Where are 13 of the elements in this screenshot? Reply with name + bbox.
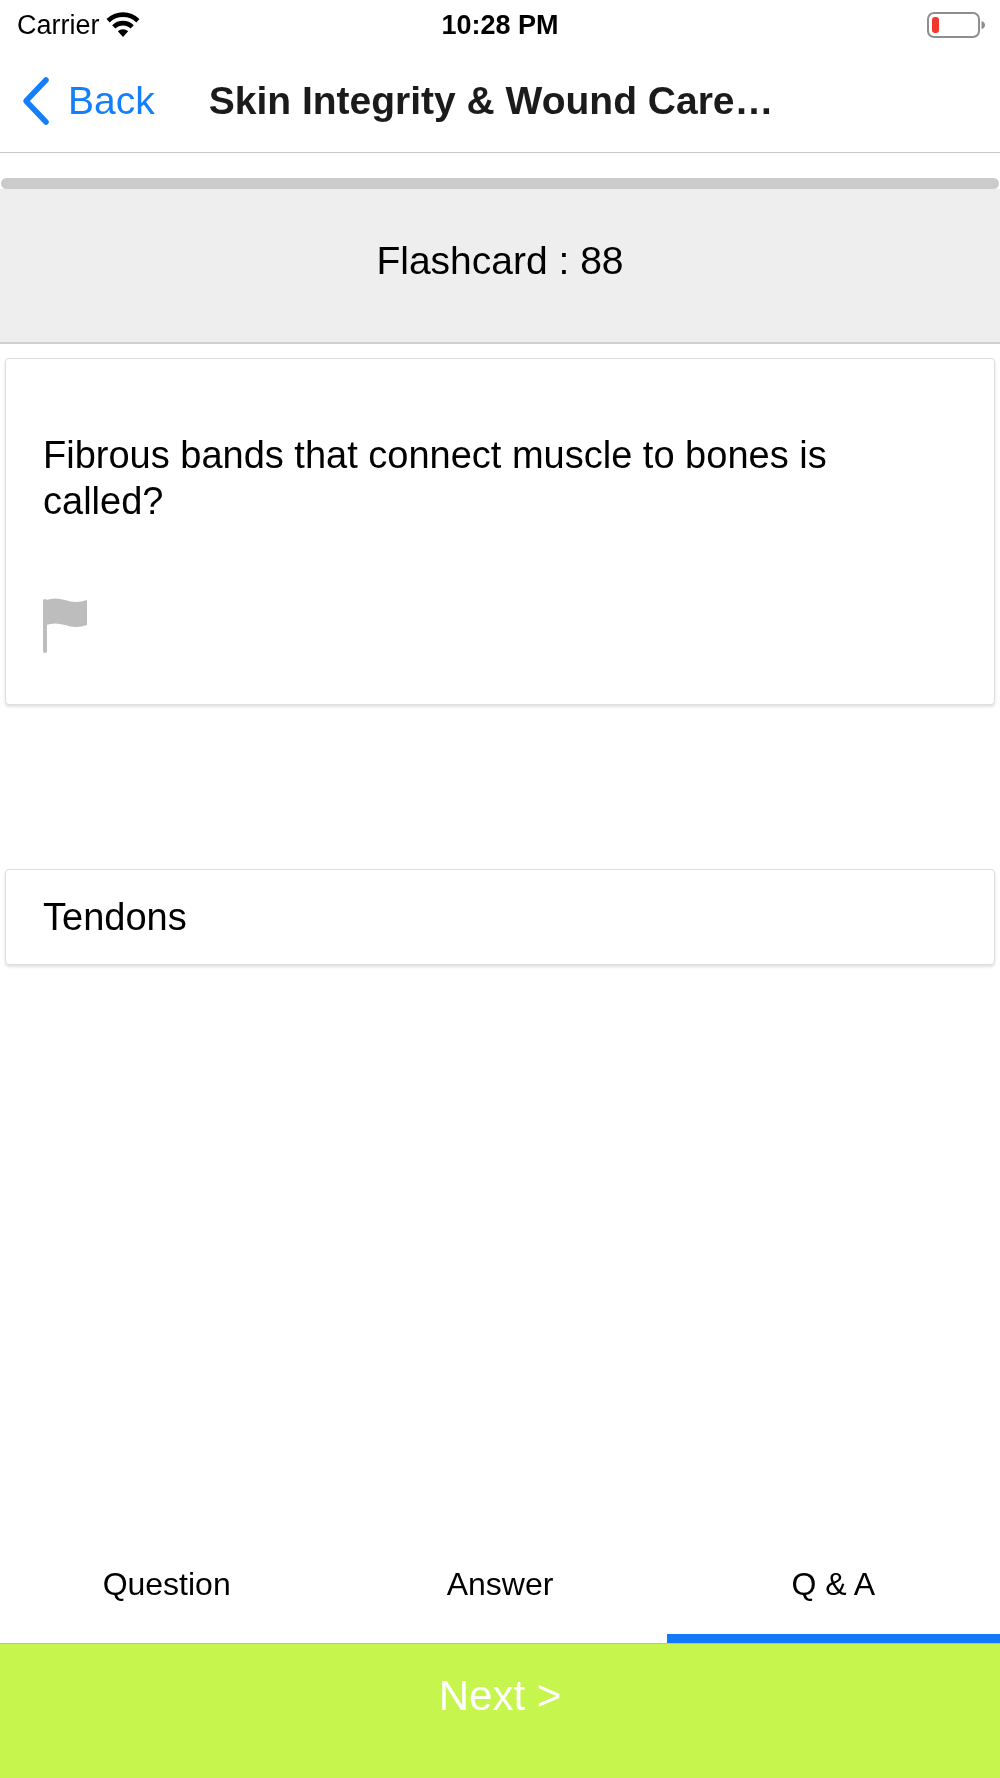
tab[interactable]: Answer [333, 1543, 667, 1643]
tab[interactable]: Question [0, 1543, 334, 1643]
answer-text: Tendons [43, 895, 187, 940]
flashcard-number: Flashcard : 88 [376, 237, 624, 284]
battery-icon [927, 12, 985, 38]
flag-icon[interactable] [43, 597, 87, 653]
carrier-label: Carrier [17, 9, 100, 41]
wifi-icon [105, 12, 140, 38]
question-text: Fibrous bands that connect muscle to bones is called? [43, 433, 828, 524]
chevron-left-icon [20, 76, 52, 126]
clock-time: 10:28 PM [441, 9, 559, 41]
back-button[interactable]: Back [20, 76, 155, 126]
nav-title: Skin Integrity & Wound Care… [208, 78, 774, 124]
